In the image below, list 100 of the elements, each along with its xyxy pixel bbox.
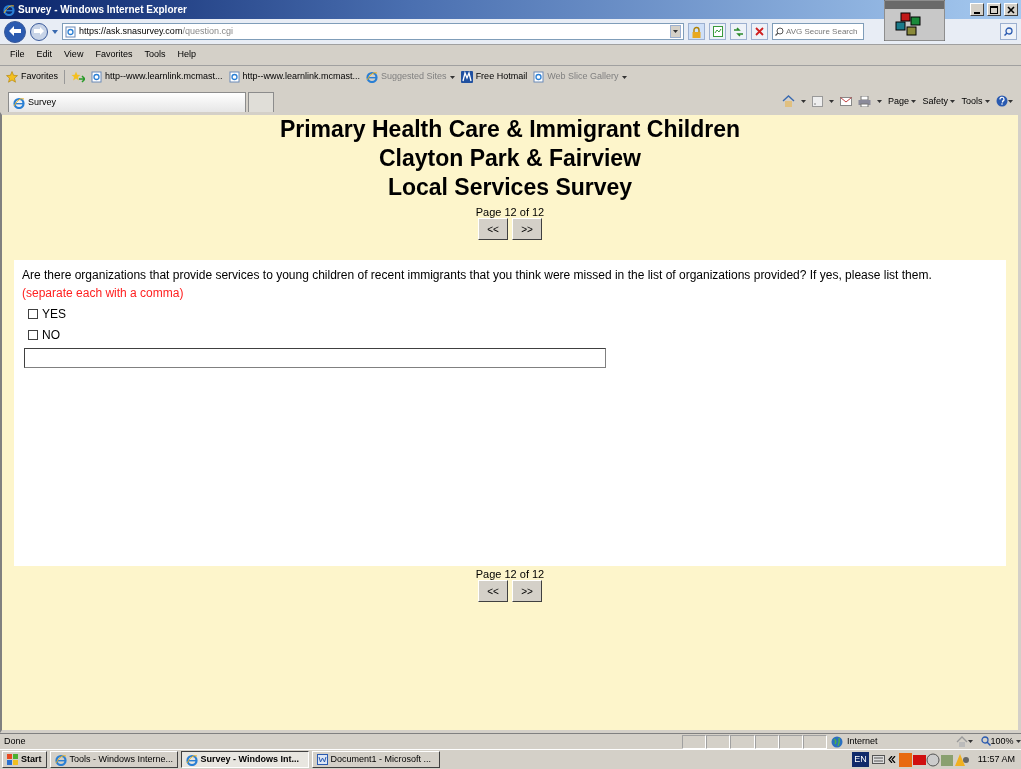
maximize-button[interactable] <box>987 3 1001 16</box>
caret-icon <box>950 99 956 103</box>
page-icon <box>65 25 76 38</box>
stop-button[interactable] <box>751 23 768 40</box>
status-pane <box>706 734 731 749</box>
menu-item[interactable]: Edit <box>30 48 59 62</box>
minimize-button[interactable] <box>970 3 984 16</box>
globe-icon <box>831 735 844 748</box>
windows-logo-icon <box>7 754 18 765</box>
envelope-icon <box>839 96 852 106</box>
survey-title: Primary Health Care & Immigrant Children <box>279 115 741 144</box>
close-button[interactable] <box>1004 3 1018 16</box>
home-icon <box>781 95 795 108</box>
help-button[interactable] <box>996 94 1013 108</box>
favorite-link[interactable]: http--www.learnlink.mcmast... <box>228 70 361 84</box>
menu-item[interactable]: View <box>58 48 90 62</box>
menu-item[interactable]: File <box>4 48 31 62</box>
previous-page-button[interactable]: << <box>478 218 508 240</box>
status-pane <box>682 734 707 749</box>
ie-icon <box>3 3 15 16</box>
forward-arrow-icon <box>34 27 44 36</box>
refresh-button[interactable] <box>730 23 747 40</box>
language-indicator[interactable]: EN <box>852 751 869 768</box>
close-icon <box>1007 6 1015 15</box>
hint-text: (separate each with a comma) <box>22 285 185 302</box>
caret-icon <box>1008 99 1013 103</box>
forward-button[interactable] <box>30 22 48 41</box>
favorites-button[interactable]: Favorites <box>6 70 58 84</box>
caret-icon <box>449 75 455 79</box>
next-page-button[interactable]: >> <box>512 218 542 240</box>
page-indicator: Page 12 of 12 <box>475 568 545 580</box>
status-pane <box>802 734 828 749</box>
status-pane <box>754 734 779 749</box>
window-title: Survey - Windows Internet Explorer <box>18 3 187 17</box>
page-indicator: Page 12 of 12 <box>475 206 545 218</box>
survey-title: Clayton Park & Fairview <box>378 144 641 173</box>
menu-item[interactable]: Favorites <box>89 48 139 62</box>
taskbar-button[interactable]: Survey - Windows Int... <box>180 751 309 768</box>
zoom-button[interactable]: 100% <box>980 734 1021 749</box>
keyboard-icon[interactable] <box>871 755 885 764</box>
command-menu[interactable]: Safety <box>922 94 956 108</box>
refresh-arrows-icon <box>733 26 744 37</box>
caret-icon <box>828 99 834 103</box>
caret-icon <box>621 75 627 79</box>
checkbox-option[interactable]: NO <box>28 326 60 344</box>
mail-button[interactable] <box>839 94 852 108</box>
caret-icon <box>673 30 678 33</box>
star-icon <box>6 71 18 83</box>
tile-widget-drawing <box>884 0 945 41</box>
tray-icons-drawing[interactable] <box>898 752 969 767</box>
command-menu[interactable]: Tools <box>961 94 990 108</box>
clock: 11:57 AM <box>977 752 1015 766</box>
ie-icon <box>54 753 67 766</box>
address-dropdown-button[interactable] <box>670 25 681 38</box>
taskbar-button[interactable]: Tools - Windows Interne... <box>49 751 178 768</box>
next-page-button[interactable]: >> <box>512 580 542 602</box>
caret-icon <box>985 99 990 103</box>
taskbar-button[interactable]: Document1 - Microsoft ... <box>311 751 440 768</box>
zoom-icon <box>980 736 991 747</box>
compatibility-button[interactable] <box>709 23 726 40</box>
zone-indicator: Internet <box>827 734 956 749</box>
checkbox[interactable] <box>28 309 38 319</box>
ie-icon <box>366 71 379 83</box>
back-button[interactable] <box>4 20 26 43</box>
command-menu[interactable]: Page <box>887 94 917 108</box>
menu-item[interactable]: Help <box>171 48 202 62</box>
ie-icon <box>185 753 198 766</box>
hotmail-icon <box>460 71 473 83</box>
expand-chevron-icon[interactable] <box>887 756 896 763</box>
favorite-link[interactable]: Free Hotmail <box>460 70 528 84</box>
home-button[interactable] <box>781 94 795 108</box>
search-button[interactable] <box>1000 23 1017 40</box>
question-text: Are there organizations that provide services to young children of recent immigrants that you think were missed in the list of organizations provided? If yes, please list them. <box>22 267 933 284</box>
previous-page-button[interactable]: << <box>478 580 508 602</box>
caret-icon <box>876 99 882 103</box>
checkbox[interactable] <box>28 330 38 340</box>
maximize-icon <box>990 6 998 15</box>
history-caret-icon[interactable] <box>52 29 58 34</box>
status-text: Done <box>3 734 27 748</box>
protected-mode-button[interactable] <box>955 734 973 749</box>
search-field[interactable]: AVG Secure Search <box>772 23 864 40</box>
answer-field[interactable] <box>24 348 606 368</box>
checkbox-option[interactable]: YES <box>28 305 66 323</box>
page-icon <box>712 26 723 37</box>
printer-icon <box>857 95 871 107</box>
caret-icon <box>911 99 917 103</box>
print-button[interactable] <box>857 94 871 108</box>
search-icon <box>1004 27 1013 36</box>
favorite-link[interactable]: http--www.learnlink.mcmast... <box>91 70 223 84</box>
start-button[interactable]: Start <box>2 751 47 768</box>
caret-icon <box>800 99 806 103</box>
menu-item[interactable]: Tools <box>138 48 172 62</box>
address-field[interactable]: https://ask.snasurvey.com/question.cgi <box>62 23 684 40</box>
address-url: https://ask.snasurvey.com/question.cgi <box>79 24 233 38</box>
caret-icon <box>967 739 973 743</box>
tab[interactable]: Survey <box>8 92 246 112</box>
survey-title: Local Services Survey <box>387 173 633 202</box>
page-icon <box>533 71 545 83</box>
ie-icon <box>13 96 25 109</box>
search-icon <box>775 27 784 36</box>
